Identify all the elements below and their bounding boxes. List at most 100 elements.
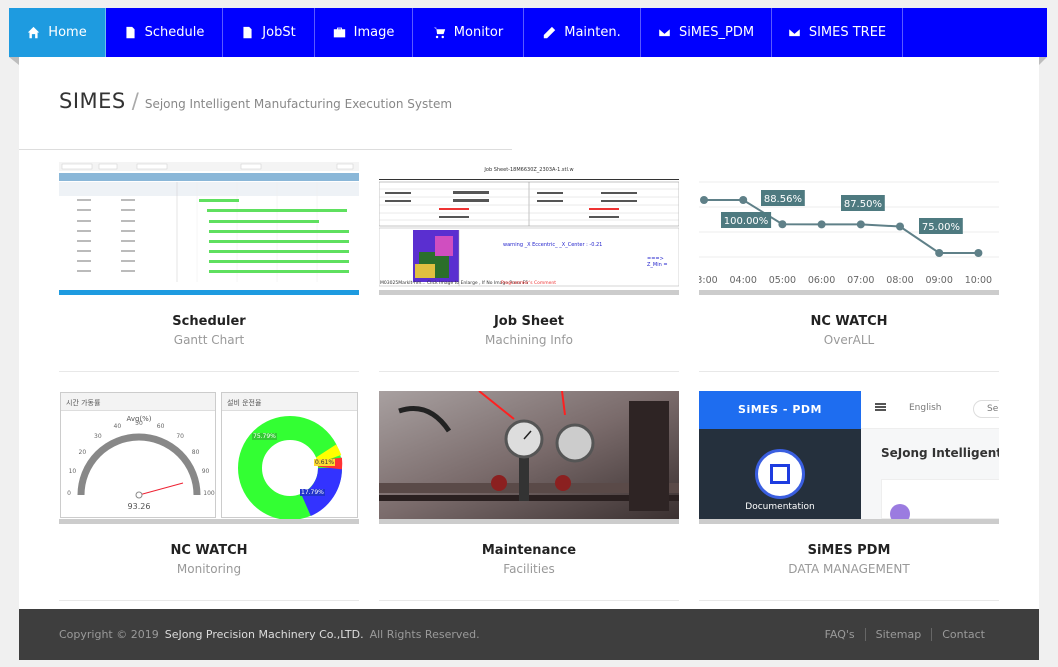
card-title: SiMES PDM <box>807 543 891 558</box>
document-icon <box>126 26 135 39</box>
scheduler-thumbnail[interactable] <box>59 162 359 295</box>
overall-value-label: 75.00% <box>919 218 963 234</box>
footer-links: FAQ's Sitemap Contact <box>815 628 995 641</box>
card-title: Scheduler <box>172 314 246 329</box>
main-content: SIMES / Sejong Intelligent Manufacturing… <box>19 57 1039 609</box>
nav-item-image[interactable]: Image <box>315 8 413 57</box>
nav-item-label: JobSt <box>262 25 296 40</box>
overall-x-tick-label: 10:00 <box>965 275 992 286</box>
gauge-tick-label: 70 <box>176 433 184 441</box>
nav-item-mainten[interactable]: Mainten. <box>524 8 641 57</box>
thumb-bottom-bar <box>59 519 359 524</box>
card-maintenance[interactable]: Maintenance Facilities <box>379 391 679 601</box>
overall-x-tick-label: 05:00 <box>769 275 796 286</box>
main-nav: Home Schedule JobSt Image Monitor Mainte… <box>9 8 1047 57</box>
pdm-language: English <box>909 403 942 413</box>
title-separator: / <box>131 89 139 113</box>
overall-data-point <box>778 220 787 229</box>
card-simes-pdm[interactable]: SiMES - PDM Documentation English Se SeJ… <box>699 391 999 601</box>
gauge-value: 93.26 <box>127 502 151 511</box>
card-job-sheet[interactable]: Job Sheet-18M6630Z_2303A-1.stl.w warning… <box>379 162 679 372</box>
svg-text:88.56%: 88.56% <box>764 194 802 205</box>
nav-item-simes-tree[interactable]: SIMES TREE <box>772 8 903 57</box>
maintenance-thumbnail[interactable] <box>379 391 679 524</box>
footer-link-contact[interactable]: Contact <box>931 628 995 641</box>
card-nc-watch-overall[interactable]: 100.00% 88.56% 87.50% 75.00% 3:00 04:00 05:00… <box>699 162 999 372</box>
pdm-content: SeJong Intelligent <box>861 429 999 524</box>
gauge-tick-label: 80 <box>191 448 200 456</box>
nav-item-label: Image <box>353 25 395 40</box>
card-subtitle: Monitoring <box>176 562 242 576</box>
gauge-tick-label: 30 <box>94 433 102 441</box>
nav-item-label: SiMES_PDM <box>678 25 755 40</box>
nav-item-monitor[interactable]: Monitor <box>413 8 524 57</box>
card-subtitle: Machining Info <box>485 333 573 347</box>
menu-icon <box>875 403 886 405</box>
ribbon-fold-left <box>9 57 19 65</box>
operation-rate-panel: 설비 운전율 75.79% 0.61% 17.79% <box>221 392 358 520</box>
home-icon <box>28 26 40 39</box>
svg-text:100.00%: 100.00% <box>724 216 769 227</box>
rights-text: All Rights Reserved. <box>369 628 480 641</box>
overall-value-label: 87.50% <box>841 195 885 211</box>
envelope-icon <box>788 28 801 37</box>
thumb-bottom-bar <box>699 519 999 524</box>
copyright-text: Copyright © 2019 <box>59 628 159 641</box>
nav-item-schedule[interactable]: Schedule <box>106 8 223 57</box>
card-nc-watch-monitoring[interactable]: 시간 가동률 Avg(%) 93.26 0 10 20 30 40 50 60 70 80 90 1… <box>59 391 359 601</box>
overall-thumbnail[interactable]: 100.00% 88.56% 87.50% 75.00% 3:00 04:00 05:00… <box>699 162 999 295</box>
card-divider <box>699 600 999 601</box>
gauge-tick-label: 20 <box>78 448 87 456</box>
document-icon <box>243 26 252 39</box>
overall-data-point <box>896 222 904 231</box>
nav-item-label: Mainten. <box>564 25 621 40</box>
donut-chart <box>238 416 343 520</box>
nav-item-home[interactable]: Home <box>9 8 106 57</box>
page-footer: Copyright © 2019 SeJong Precision Machin… <box>19 609 1039 660</box>
pdm-thumbnail[interactable]: SiMES - PDM Documentation English Se SeJ… <box>699 391 999 524</box>
nav-item-jobst[interactable]: JobSt <box>223 8 315 57</box>
overall-x-tick-label: 08:00 <box>886 275 913 286</box>
svg-text:87.50%: 87.50% <box>844 199 882 210</box>
card-divider <box>699 371 999 372</box>
overall-x-tick-label: 3:00 <box>699 275 718 286</box>
nav-item-label: Schedule <box>144 25 205 40</box>
utilization-panel: 시간 가동률 Avg(%) 93.26 0 10 20 30 40 50 60 70 80 90 1… <box>60 392 216 518</box>
card-divider <box>59 600 359 601</box>
pressure-gauge-photo <box>379 391 679 524</box>
donut-label-green: 75.79% <box>252 433 277 440</box>
card-title: Job Sheet <box>493 314 565 329</box>
footer-link-faq[interactable]: FAQ's <box>815 628 865 641</box>
cart-icon <box>433 27 445 39</box>
jobsheet-thumbnail[interactable]: Job Sheet-18M6630Z_2303A-1.stl.w warning… <box>379 162 679 295</box>
monitoring-thumbnail[interactable]: 시간 가동률 Avg(%) 93.26 0 10 20 30 40 50 60 70 80 90 1… <box>59 391 359 524</box>
overall-x-tick-label: 04:00 <box>730 275 757 286</box>
gauge-tick-label: 100 <box>203 490 215 497</box>
overall-data-point <box>856 220 865 229</box>
card-title: Maintenance <box>481 543 577 558</box>
overall-value-label: 88.56% <box>761 190 805 206</box>
svg-text:75.00%: 75.00% <box>922 222 960 233</box>
company-name: SeJong Precision Machinery Co.,LTD. <box>164 628 364 641</box>
jobsheet-warning: warning _X Eccentric_ _X_Center : -0.21 <box>503 242 603 248</box>
envelope-icon <box>658 28 671 37</box>
overall-x-tick-label: 07:00 <box>847 275 874 286</box>
gauge-tick-label: 40 <box>113 423 122 431</box>
nav-item-simes-pdm[interactable]: SiMES_PDM <box>641 8 772 57</box>
jobsheet-title: Job Sheet-18M6630Z_2303A-1.stl.w <box>484 167 574 173</box>
pdm-sidebar: Documentation <box>699 429 861 519</box>
overall-x-tick-label: 09:00 <box>926 275 953 286</box>
gauge-tick-label: 10 <box>68 468 77 476</box>
overall-line-chart: 100.00% 88.56% 87.50% 75.00% 3:00 04:00 05:00… <box>699 162 999 295</box>
pdm-brand: SiMES - PDM <box>699 391 861 429</box>
overall-x-tick-label: 06:00 <box>808 275 835 286</box>
card-divider <box>379 600 679 601</box>
card-divider <box>379 371 679 372</box>
card-scheduler[interactable]: Scheduler Gantt Chart <box>59 162 359 372</box>
footer-copyright: Copyright © 2019 SeJong Precision Machin… <box>59 628 480 641</box>
pencil-icon <box>544 26 556 39</box>
utilization-panel-title: 시간 가동률 <box>61 393 215 411</box>
ribbon-fold-right <box>1039 57 1047 65</box>
nav-item-label: Monitor <box>453 25 504 40</box>
footer-link-sitemap[interactable]: Sitemap <box>864 628 932 641</box>
